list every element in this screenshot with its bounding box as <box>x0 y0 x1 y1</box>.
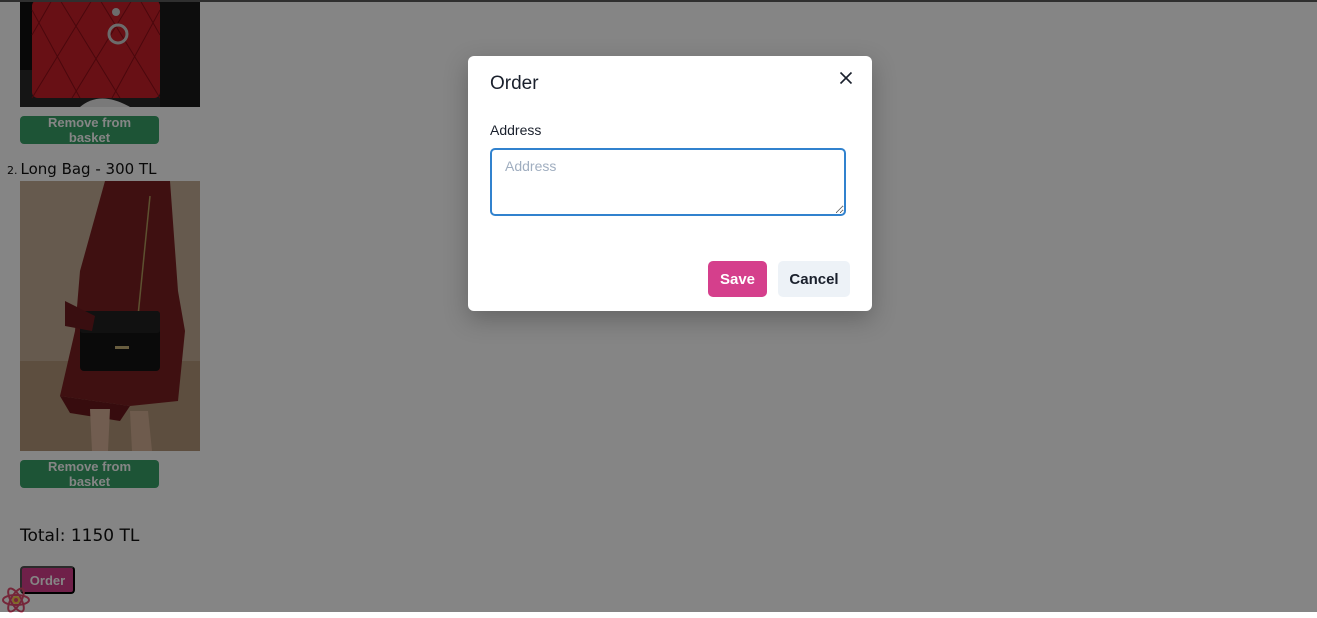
cancel-button[interactable]: Cancel <box>778 261 850 297</box>
window-top-border <box>0 0 1317 2</box>
address-field[interactable] <box>490 148 846 216</box>
save-button[interactable]: Save <box>708 261 767 297</box>
order-modal: Order Address Save Cancel <box>468 56 872 311</box>
modal-title: Order <box>490 73 539 94</box>
address-label: Address <box>490 122 542 138</box>
close-icon[interactable] <box>834 66 858 90</box>
